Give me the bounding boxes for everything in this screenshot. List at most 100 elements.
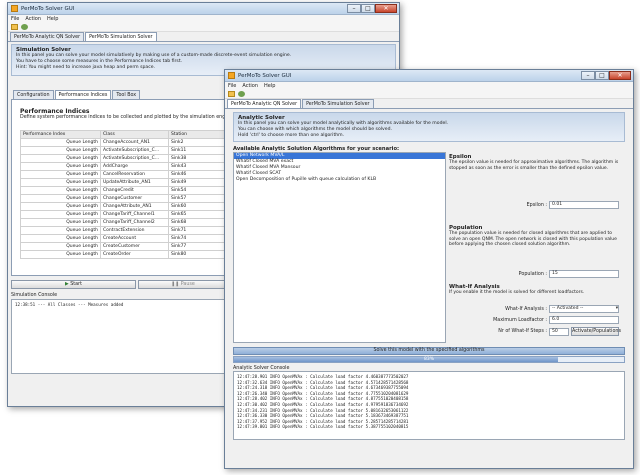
maximize-button[interactable]: □ — [361, 3, 375, 13]
whatif-analysis-select[interactable]: -- Activated -- ▾ — [549, 305, 619, 313]
table-row[interactable]: Queue Length AddCharge Sink43 — [20, 162, 230, 171]
class-cell[interactable]: ActivateSubscription_C... — [100, 154, 169, 163]
minimize-button[interactable]: – — [581, 70, 595, 80]
pause-button[interactable]: ❚❚ Pause — [138, 280, 228, 289]
start-button[interactable]: ▶ Start — [11, 280, 136, 289]
station-cell[interactable]: Sink68 — [168, 218, 230, 227]
table-row[interactable]: Queue Length ChangeCredit Sink54 — [20, 186, 230, 195]
panel-line: Hold 'ctrl' to choose more than one algo… — [238, 133, 345, 138]
tab-simulation[interactable]: PerMoTo Simulation Solver — [85, 32, 157, 41]
front-window-title: PerMoTo Solver GUI — [238, 72, 292, 79]
station-cell[interactable]: Sink2 — [168, 138, 230, 147]
table-row[interactable]: Queue Length CreateAccount Sink74 — [20, 234, 230, 243]
class-cell[interactable]: ChangeTariff_Channel2 — [100, 218, 169, 227]
tab-analytic[interactable]: PerMoTo Analytic QN Solver — [227, 99, 302, 108]
close-button[interactable]: ✕ — [609, 70, 631, 80]
class-cell[interactable]: ChangeCustomer — [100, 194, 169, 203]
class-cell[interactable]: ActivateSubscription_C... — [100, 146, 169, 155]
refresh-icon[interactable] — [21, 24, 28, 30]
class-cell[interactable]: ChangeAccount_AN1 — [100, 138, 169, 147]
performance-index-cell: Queue Length — [20, 250, 101, 259]
menu-file[interactable]: File — [11, 16, 19, 22]
max-loadfactor-row: Maximum Loadfactor : 6.0 — [449, 316, 619, 324]
table-row[interactable]: Queue Length ActivateSubscription_C... Sin… — [20, 154, 230, 163]
station-cell[interactable]: Sink49 — [168, 178, 230, 187]
station-cell[interactable]: Sink77 — [168, 242, 230, 251]
station-cell[interactable]: Sink43 — [168, 162, 230, 171]
performance-index-cell: Queue Length — [20, 162, 101, 171]
table-row[interactable]: Queue Length UpdateAttribute_AN1 Sink49 — [20, 178, 230, 187]
table-row[interactable]: Queue Length ActivateSubscription_C... Sin… — [20, 146, 230, 155]
class-cell[interactable]: CreateCustomer — [100, 242, 169, 251]
whatif-section: What-If Analysis If you enable it the mo… — [449, 284, 619, 295]
menu-action[interactable]: Action — [25, 16, 41, 22]
station-cell[interactable]: Sink60 — [168, 202, 230, 211]
table-row[interactable]: Queue Length ChangeCustomer Sink57 — [20, 194, 230, 203]
activate-populations-button[interactable]: Activate/Populations — [571, 327, 621, 336]
table-row[interactable]: Queue Length ContractExtension Sink71 — [20, 226, 230, 235]
class-cell[interactable]: CreateAccount — [100, 234, 169, 243]
performance-index-cell: Queue Length — [20, 170, 101, 179]
tab-analytic[interactable]: PerMoTo Analytic QN Solver — [10, 32, 85, 41]
console-line: 12:47:39.801 INFO OpenMVAx : Calculate l… — [237, 424, 409, 430]
class-cell[interactable]: ChangeAttribute_AN1 — [100, 202, 169, 211]
close-button[interactable]: ✕ — [375, 3, 397, 13]
class-cell[interactable]: ChangeCredit — [100, 186, 169, 195]
class-cell[interactable]: CancelReservation — [100, 170, 169, 179]
col-performance-index[interactable]: Performance Index — [20, 130, 101, 139]
algorithm-list[interactable]: Open Network MVA/L Whatif Closed MVA exa… — [233, 152, 446, 343]
performance-index-cell: Queue Length — [20, 234, 101, 243]
station-cell[interactable]: Sink71 — [168, 226, 230, 235]
whatif-analysis-row: What-If Analysis : -- Activated -- ▾ — [449, 305, 619, 313]
tab-configuration[interactable]: Configuration — [13, 90, 54, 99]
table-row[interactable]: Queue Length ChangeTariff_Channel1 Sink65 — [20, 210, 230, 219]
performance-index-cell: Queue Length — [20, 154, 101, 163]
front-title-bar[interactable]: PerMoTo Solver GUI – □ ✕ — [225, 70, 633, 82]
station-cell[interactable]: Sink54 — [168, 186, 230, 195]
station-cell[interactable]: Sink80 — [168, 250, 230, 259]
solve-button[interactable]: Solve this model with the specified algo… — [233, 347, 625, 355]
station-cell[interactable]: Sink46 — [168, 170, 230, 179]
front-window: PerMoTo Solver GUI – □ ✕ File Action Hel… — [224, 69, 634, 469]
table-row[interactable]: Queue Length ChangeTariff_Channel2 Sink68 — [20, 218, 230, 227]
table-row[interactable]: Queue Length CreateOrder Sink80 — [20, 250, 230, 259]
open-folder-icon[interactable] — [228, 91, 235, 97]
station-cell[interactable]: Sink57 — [168, 194, 230, 203]
epsilon-row: Epsilon : 0.01 — [449, 201, 619, 209]
open-folder-icon[interactable] — [11, 24, 18, 30]
col-class[interactable]: Class — [100, 130, 169, 139]
table-row[interactable]: Queue Length CreateCustomer Sink77 — [20, 242, 230, 251]
tab-performance-indices[interactable]: Performance Indices — [54, 90, 112, 99]
back-title-bar[interactable]: PerMoTo Solver GUI – □ ✕ — [8, 3, 399, 15]
class-cell[interactable]: CreateOrder — [100, 250, 169, 259]
algorithm-item[interactable]: Open Decomposition of Pupille with queue… — [234, 177, 445, 183]
menu-help[interactable]: Help — [264, 83, 275, 89]
minimize-button[interactable]: – — [347, 3, 361, 13]
station-cell[interactable]: Sink74 — [168, 234, 230, 243]
menu-help[interactable]: Help — [47, 16, 58, 22]
epsilon-field[interactable]: 0.01 — [549, 201, 619, 209]
population-field[interactable]: 15 — [549, 270, 619, 278]
tab-tool-box[interactable]: Tool Box — [112, 90, 141, 99]
station-cell[interactable]: Sink11 — [168, 146, 230, 155]
class-cell[interactable]: AddCharge — [100, 162, 169, 171]
refresh-icon[interactable] — [238, 91, 245, 97]
class-cell[interactable]: UpdateAttribute_AN1 — [100, 178, 169, 187]
col-station[interactable]: Station — [168, 130, 230, 139]
station-cell[interactable]: Sink38 — [168, 154, 230, 163]
menu-action[interactable]: Action — [242, 83, 258, 89]
back-menu-bar: File Action Help — [8, 15, 399, 23]
station-cell[interactable]: Sink65 — [168, 210, 230, 219]
performance-index-cell: Queue Length — [20, 186, 101, 195]
whatif-steps-field[interactable]: 50 — [549, 327, 569, 336]
class-cell[interactable]: ChangeTariff_Channel1 — [100, 210, 169, 219]
table-row[interactable]: Queue Length CancelReservation Sink46 — [20, 170, 230, 179]
menu-file[interactable]: File — [228, 83, 236, 89]
max-loadfactor-field[interactable]: 6.0 — [549, 316, 619, 324]
maximize-button[interactable]: □ — [595, 70, 609, 80]
table-row[interactable]: Queue Length ChangeAccount_AN1 Sink2 — [20, 138, 230, 147]
class-cell[interactable]: ContractExtension — [100, 226, 169, 235]
table-row[interactable]: Queue Length ChangeAttribute_AN1 Sink60 — [20, 202, 230, 211]
tab-simulation[interactable]: PerMoTo Simulation Solver — [302, 99, 374, 108]
analytic-console[interactable]: 12:47:28.901 INFO OpenMVAx : Calculate l… — [233, 371, 625, 440]
